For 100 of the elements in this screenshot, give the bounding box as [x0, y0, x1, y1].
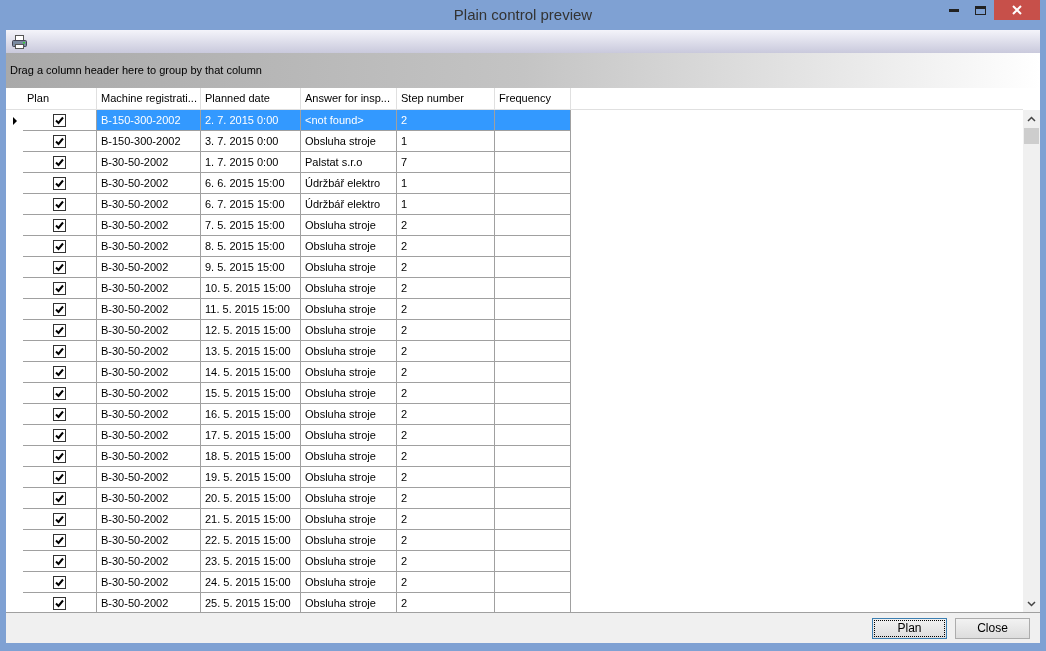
table-cell: 2	[397, 509, 495, 530]
table-cell: Obsluha stroje	[301, 530, 397, 551]
close-button[interactable]	[994, 0, 1040, 20]
table-cell: Obsluha stroje	[301, 257, 397, 278]
table-row[interactable]: B-30-50-2002 14. 5. 2015 15:00 Obsluha stroje 2	[6, 362, 1023, 383]
plan-checkbox[interactable]	[53, 134, 66, 148]
table-cell: Obsluha stroje	[301, 467, 397, 488]
table-cell: B-30-50-2002	[97, 341, 201, 362]
column-header[interactable]: Machine registrati...	[97, 88, 201, 109]
print-button[interactable]	[10, 32, 28, 51]
table-cell: Obsluha stroje	[301, 383, 397, 404]
table-cell: 1	[397, 131, 495, 152]
table-row[interactable]: B-30-50-2002 9. 5. 2015 15:00 Obsluha stroje 2	[6, 257, 1023, 278]
table-cell: 2	[397, 530, 495, 551]
table-cell: B-150-300-2002	[97, 131, 201, 152]
table-cell: B-30-50-2002	[97, 236, 201, 257]
table-cell: 2	[397, 299, 495, 320]
plan-checkbox[interactable]	[53, 428, 66, 442]
plan-checkbox[interactable]	[53, 449, 66, 463]
plan-checkbox[interactable]	[53, 260, 66, 274]
plan-checkbox[interactable]	[53, 344, 66, 358]
plan-checkbox[interactable]	[53, 554, 66, 568]
table-cell: 24. 5. 2015 15:00	[201, 572, 301, 593]
table-cell: B-30-50-2002	[97, 425, 201, 446]
table-cell: B-30-50-2002	[97, 593, 201, 612]
table-cell: 2	[397, 425, 495, 446]
table-cell: 7	[397, 152, 495, 173]
table-row[interactable]: B-30-50-2002 16. 5. 2015 15:00 Obsluha stroje 2	[6, 404, 1023, 425]
table-cell: Obsluha stroje	[301, 236, 397, 257]
plan-checkbox[interactable]	[53, 575, 66, 589]
column-header[interactable]: Step number	[397, 88, 495, 109]
table-cell: B-30-50-2002	[97, 362, 201, 383]
table-cell: 19. 5. 2015 15:00	[201, 467, 301, 488]
column-header[interactable]: Plan	[23, 88, 97, 109]
plan-checkbox[interactable]	[53, 302, 66, 316]
column-header[interactable]: Frequency	[495, 88, 571, 109]
table-row[interactable]: B-30-50-2002 21. 5. 2015 15:00 Obsluha stroje 2	[6, 509, 1023, 530]
plan-button[interactable]: Plan	[872, 617, 947, 639]
close-button[interactable]: Close	[955, 617, 1030, 639]
plan-checkbox[interactable]	[53, 365, 66, 379]
plan-checkbox[interactable]	[53, 155, 66, 169]
table-cell: Obsluha stroje	[301, 131, 397, 152]
column-header[interactable]: Answer for insp...	[301, 88, 397, 109]
plan-checkbox[interactable]	[53, 470, 66, 484]
table-row[interactable]: B-30-50-2002 1. 7. 2015 0:00 Palstat s.r.o 7	[6, 152, 1023, 173]
table-row[interactable]: B-30-50-2002 7. 5. 2015 15:00 Obsluha stroje 2	[6, 215, 1023, 236]
table-cell: 13. 5. 2015 15:00	[201, 341, 301, 362]
plan-checkbox[interactable]	[53, 533, 66, 547]
table-cell: Obsluha stroje	[301, 299, 397, 320]
table-row[interactable]: B-30-50-2002 11. 5. 2015 15:00 Obsluha stroje 2	[6, 299, 1023, 320]
plan-checkbox[interactable]	[53, 197, 66, 211]
table-row[interactable]: B-30-50-2002 10. 5. 2015 15:00 Obsluha stroje 2	[6, 278, 1023, 299]
table-cell: Obsluha stroje	[301, 362, 397, 383]
table-cell: 1. 7. 2015 0:00	[201, 152, 301, 173]
table-cell: 21. 5. 2015 15:00	[201, 509, 301, 530]
plan-checkbox[interactable]	[53, 239, 66, 253]
table-row[interactable]: B-30-50-2002 18. 5. 2015 15:00 Obsluha stroje 2	[6, 446, 1023, 467]
table-cell: Obsluha stroje	[301, 320, 397, 341]
table-cell: 14. 5. 2015 15:00	[201, 362, 301, 383]
plan-checkbox[interactable]	[53, 407, 66, 421]
table-row[interactable]: B-30-50-2002 6. 6. 2015 15:00 Údržbář elektro 1	[6, 173, 1023, 194]
scrollbar-thumb[interactable]	[1024, 128, 1039, 144]
table-cell: Palstat s.r.o	[301, 152, 397, 173]
table-row[interactable]: B-30-50-2002 24. 5. 2015 15:00 Obsluha stroje 2	[6, 572, 1023, 593]
table-row[interactable]: B-30-50-2002 12. 5. 2015 15:00 Obsluha stroje 2	[6, 320, 1023, 341]
table-row[interactable]: B-30-50-2002 25. 5. 2015 15:00 Obsluha stroje 2	[6, 593, 1023, 612]
table-row[interactable]: B-30-50-2002 6. 7. 2015 15:00 Údržbář elektro 1	[6, 194, 1023, 215]
table-cell: 16. 5. 2015 15:00	[201, 404, 301, 425]
table-cell: 2	[397, 362, 495, 383]
table-row[interactable]: B-30-50-2002 13. 5. 2015 15:00 Obsluha stroje 2	[6, 341, 1023, 362]
table-cell: 25. 5. 2015 15:00	[201, 593, 301, 612]
table-row[interactable]: B-150-300-2002 3. 7. 2015 0:00 Obsluha stroje 1	[6, 131, 1023, 152]
plan-checkbox[interactable]	[53, 491, 66, 505]
table-row[interactable]: B-30-50-2002 8. 5. 2015 15:00 Obsluha stroje 2	[6, 236, 1023, 257]
column-header[interactable]: Planned date	[201, 88, 301, 109]
table-row[interactable]: B-30-50-2002 20. 5. 2015 15:00 Obsluha stroje 2	[6, 488, 1023, 509]
table-cell: Obsluha stroje	[301, 404, 397, 425]
plan-checkbox[interactable]	[53, 512, 66, 526]
plan-checkbox[interactable]	[53, 596, 66, 610]
plan-checkbox[interactable]	[53, 176, 66, 190]
table-cell: B-30-50-2002	[97, 299, 201, 320]
table-row[interactable]: B-30-50-2002 19. 5. 2015 15:00 Obsluha stroje 2	[6, 467, 1023, 488]
scroll-up-icon	[1027, 116, 1036, 122]
table-cell: B-30-50-2002	[97, 278, 201, 299]
plan-checkbox[interactable]	[53, 386, 66, 400]
plan-checkbox[interactable]	[53, 113, 66, 127]
table-cell: 15. 5. 2015 15:00	[201, 383, 301, 404]
table-cell: 6. 6. 2015 15:00	[201, 173, 301, 194]
table-row[interactable]: B-30-50-2002 15. 5. 2015 15:00 Obsluha stroje 2	[6, 383, 1023, 404]
table-row[interactable]: B-30-50-2002 17. 5. 2015 15:00 Obsluha stroje 2	[6, 425, 1023, 446]
vertical-scrollbar[interactable]	[1023, 110, 1040, 612]
table-row[interactable]: B-30-50-2002 22. 5. 2015 15:00 Obsluha stroje 2	[6, 530, 1023, 551]
plan-checkbox[interactable]	[53, 281, 66, 295]
table-cell: Údržbář elektro	[301, 173, 397, 194]
plan-checkbox[interactable]	[53, 218, 66, 232]
table-cell: Obsluha stroje	[301, 572, 397, 593]
plan-checkbox[interactable]	[53, 323, 66, 337]
table-row[interactable]: B-30-50-2002 23. 5. 2015 15:00 Obsluha stroje 2	[6, 551, 1023, 572]
table-cell: Obsluha stroje	[301, 425, 397, 446]
table-cell: 2	[397, 446, 495, 467]
